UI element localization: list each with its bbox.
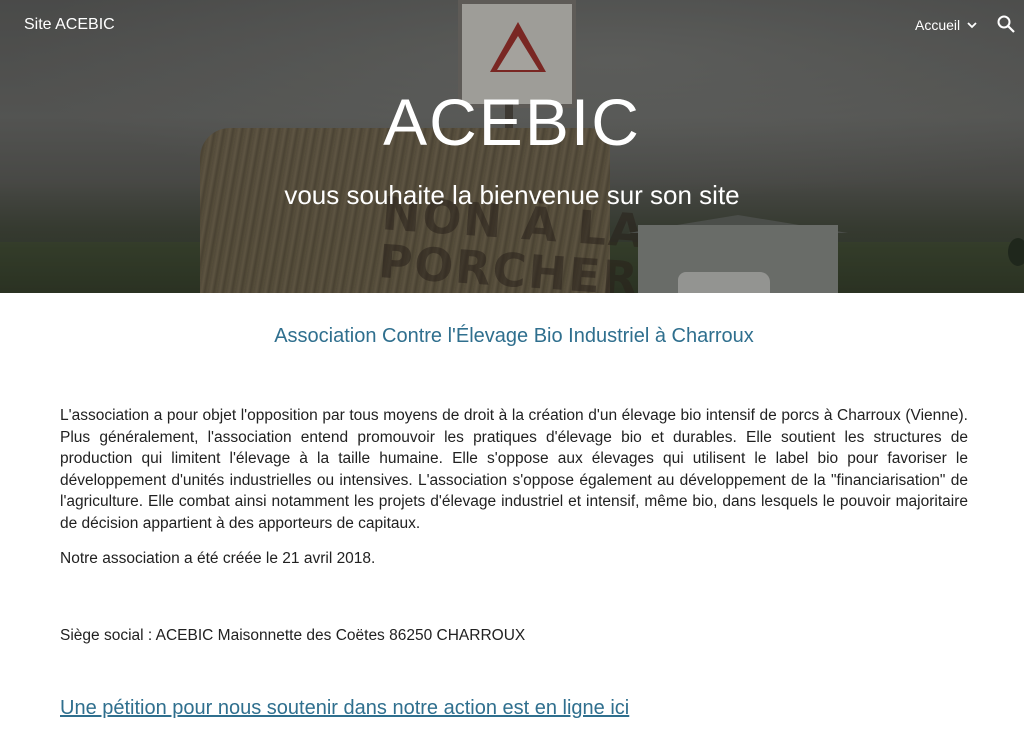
hero-subtitle: vous souhaite la bienvenue sur son site xyxy=(284,180,740,210)
petition-link[interactable]: Une pétition pour nous soutenir dans not… xyxy=(60,695,968,721)
site-title-link[interactable]: Site ACEBIC xyxy=(24,14,115,36)
organization-name: Association Contre l'Élevage Bio Industr… xyxy=(274,325,754,347)
purpose-paragraph: L'association a pour objet l'opposition … xyxy=(60,407,968,532)
search-icon xyxy=(997,15,1015,33)
main-content: Association Contre l'Élevage Bio Industr… xyxy=(60,293,968,721)
headquarters-paragraph: Siège social : ACEBIC Maisonnette des Co… xyxy=(60,626,526,644)
search-button[interactable] xyxy=(996,14,1018,36)
top-navigation: Site ACEBIC Accueil xyxy=(0,0,1024,50)
hero-banner: NON À LA PORCHERIE Site ACEBIC Accueil A… xyxy=(0,0,1024,293)
nav-item-label: Accueil xyxy=(915,17,961,33)
creation-date-paragraph: Notre association a été créée le 21 avri… xyxy=(60,550,376,567)
hero-title: ACEBIC xyxy=(383,85,641,159)
chevron-down-icon xyxy=(967,22,977,29)
nav-item-accueil[interactable]: Accueil xyxy=(915,15,978,35)
